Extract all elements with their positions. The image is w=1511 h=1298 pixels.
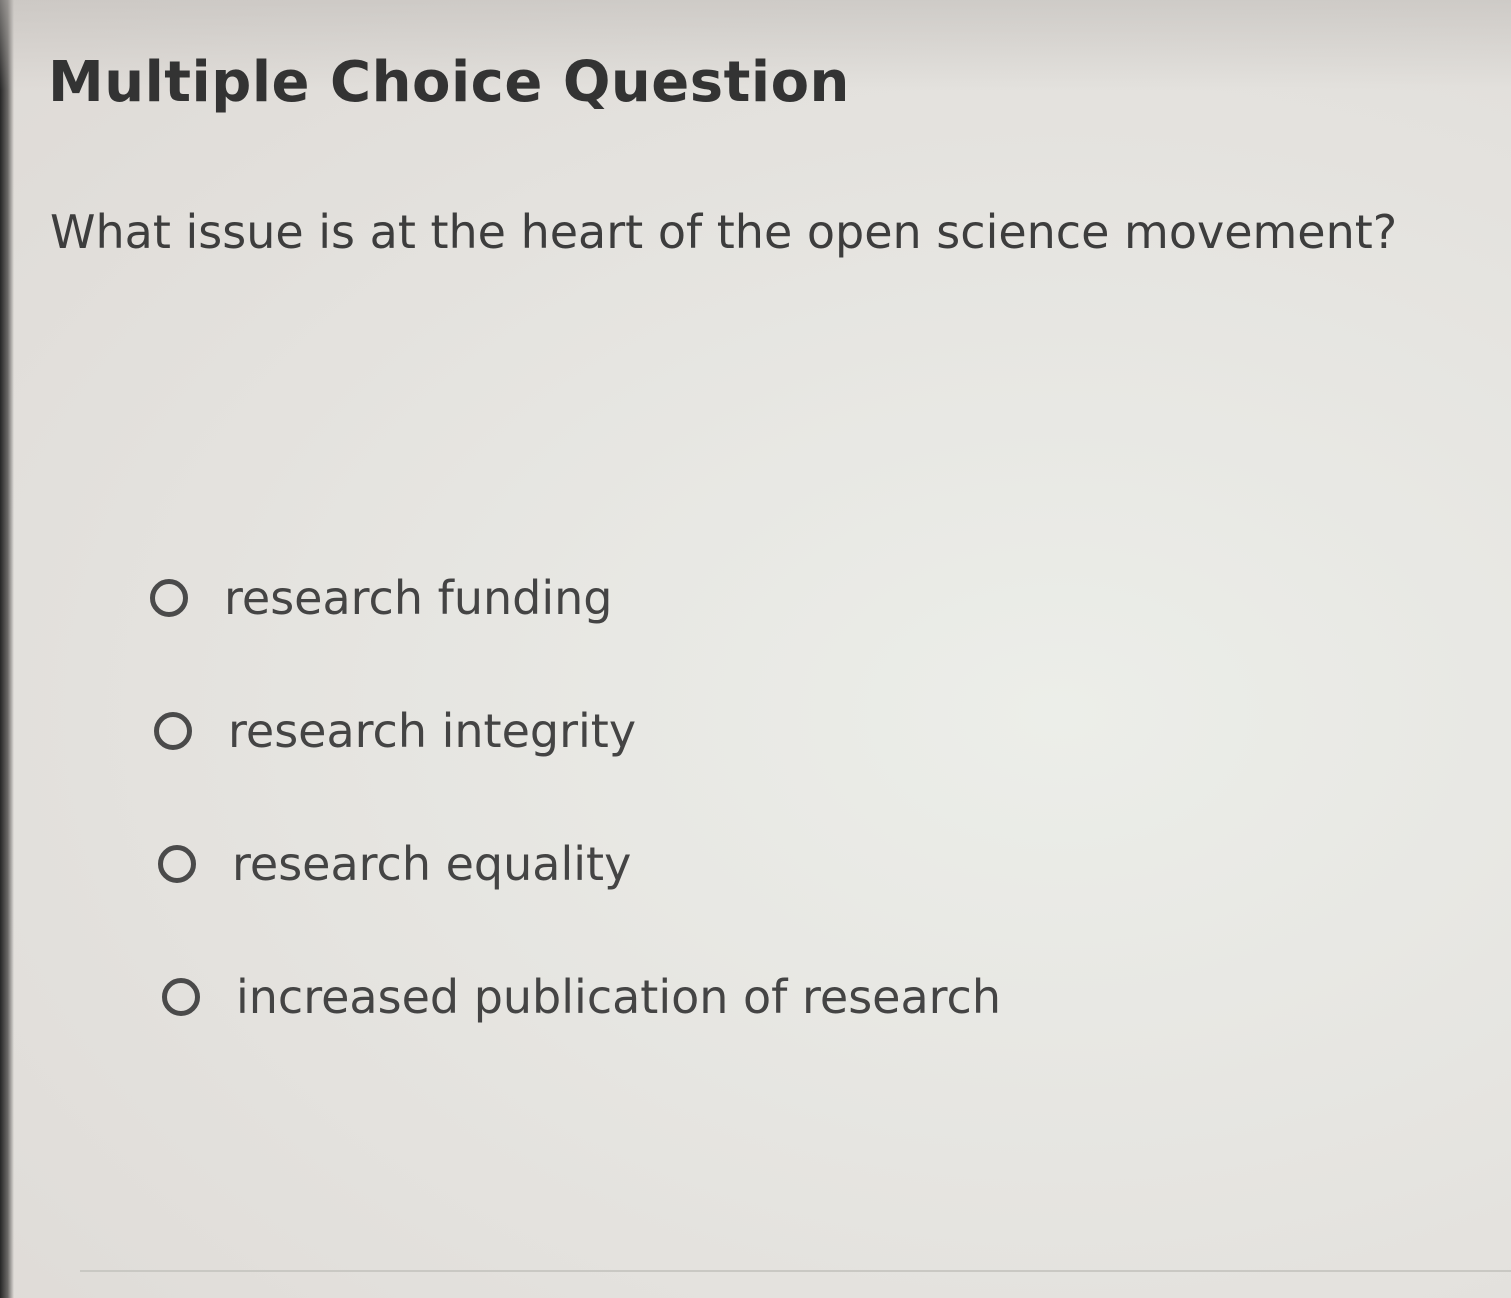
radio-button-empty-icon[interactable] [154,712,192,750]
answer-option-increased-publication[interactable]: increased publication of research [162,964,1250,1030]
section-divider [80,1270,1511,1272]
question-prompt: What issue is at the heart of the open s… [50,205,1398,259]
question-type-title: Multiple Choice Question [48,50,850,115]
answer-option-research-equality[interactable]: research equality [158,831,1250,897]
question-card: Multiple Choice Question What issue is a… [0,0,1511,1298]
radio-button-empty-icon[interactable] [158,845,196,883]
radio-button-empty-icon[interactable] [162,978,200,1016]
radio-button-empty-icon[interactable] [150,579,188,617]
answer-option-label: research integrity [228,704,637,758]
answer-options-list: research funding research integrity rese… [150,565,1250,1097]
answer-option-label: increased publication of research [236,970,1001,1024]
answer-option-research-funding[interactable]: research funding [150,565,1250,631]
answer-option-label: research funding [224,571,613,625]
answer-option-research-integrity[interactable]: research integrity [154,698,1250,764]
answer-option-label: research equality [232,837,632,891]
